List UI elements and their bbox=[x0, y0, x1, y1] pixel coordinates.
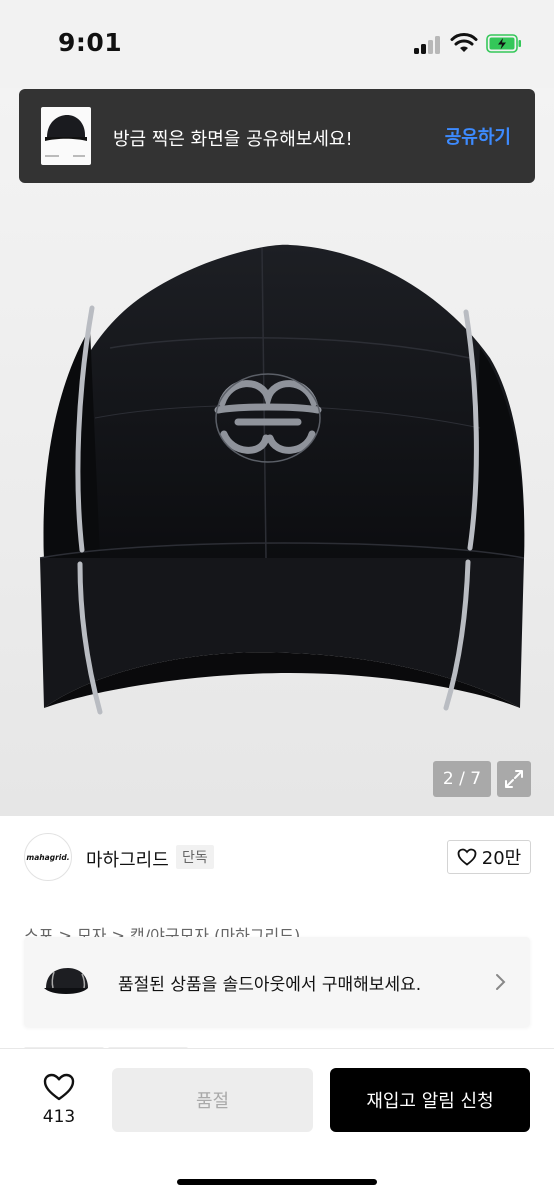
brand-like-button[interactable]: 20만 bbox=[447, 840, 531, 874]
soldout-promo-banner[interactable]: 품절된 상품을 솔드아웃에서 구매해보세요. bbox=[24, 937, 530, 1027]
signal-icon bbox=[414, 34, 442, 54]
image-counter: 2 / 7 bbox=[433, 761, 491, 797]
home-indicator bbox=[177, 1179, 377, 1185]
status-time: 9:01 bbox=[58, 28, 123, 57]
wishlist-count: 413 bbox=[42, 1107, 76, 1127]
restock-alert-button[interactable]: 재입고 알림 신청 bbox=[330, 1068, 530, 1132]
battery-icon bbox=[486, 34, 521, 53]
wifi-icon bbox=[450, 33, 478, 52]
product-image-gallery[interactable] bbox=[0, 88, 554, 816]
exclusive-badge: 단독 bbox=[176, 845, 214, 869]
soldout-button: 품절 bbox=[112, 1068, 313, 1132]
cap-product-image bbox=[39, 244, 525, 715]
expand-icon bbox=[505, 770, 523, 788]
brand-logo[interactable]: mahagrid. bbox=[24, 833, 72, 881]
status-bar: 9:01 bbox=[0, 0, 554, 88]
screenshot-thumbnail bbox=[41, 107, 91, 165]
cap-thumbnail bbox=[44, 968, 88, 994]
brand-like-count: 20만 bbox=[481, 848, 522, 869]
share-toast: 방금 찍은 화면을 공유해보세요! 공유하기 bbox=[19, 89, 535, 183]
brand-row: mahagrid. 마하그리드 단독 20만 bbox=[0, 816, 554, 898]
chevron-right-icon bbox=[496, 974, 506, 990]
heart-outline-icon bbox=[457, 848, 477, 866]
wishlist-button[interactable]: 413 bbox=[30, 1071, 88, 1131]
expand-button[interactable] bbox=[497, 761, 531, 797]
soldout-promo-text: 품절된 상품을 솔드아웃에서 구매해보세요. bbox=[118, 975, 422, 995]
share-button[interactable]: 공유하기 bbox=[445, 123, 511, 149]
heart-icon bbox=[43, 1073, 75, 1101]
share-message: 방금 찍은 화면을 공유해보세요! bbox=[113, 129, 353, 150]
brand-name[interactable]: 마하그리드 bbox=[86, 846, 169, 872]
